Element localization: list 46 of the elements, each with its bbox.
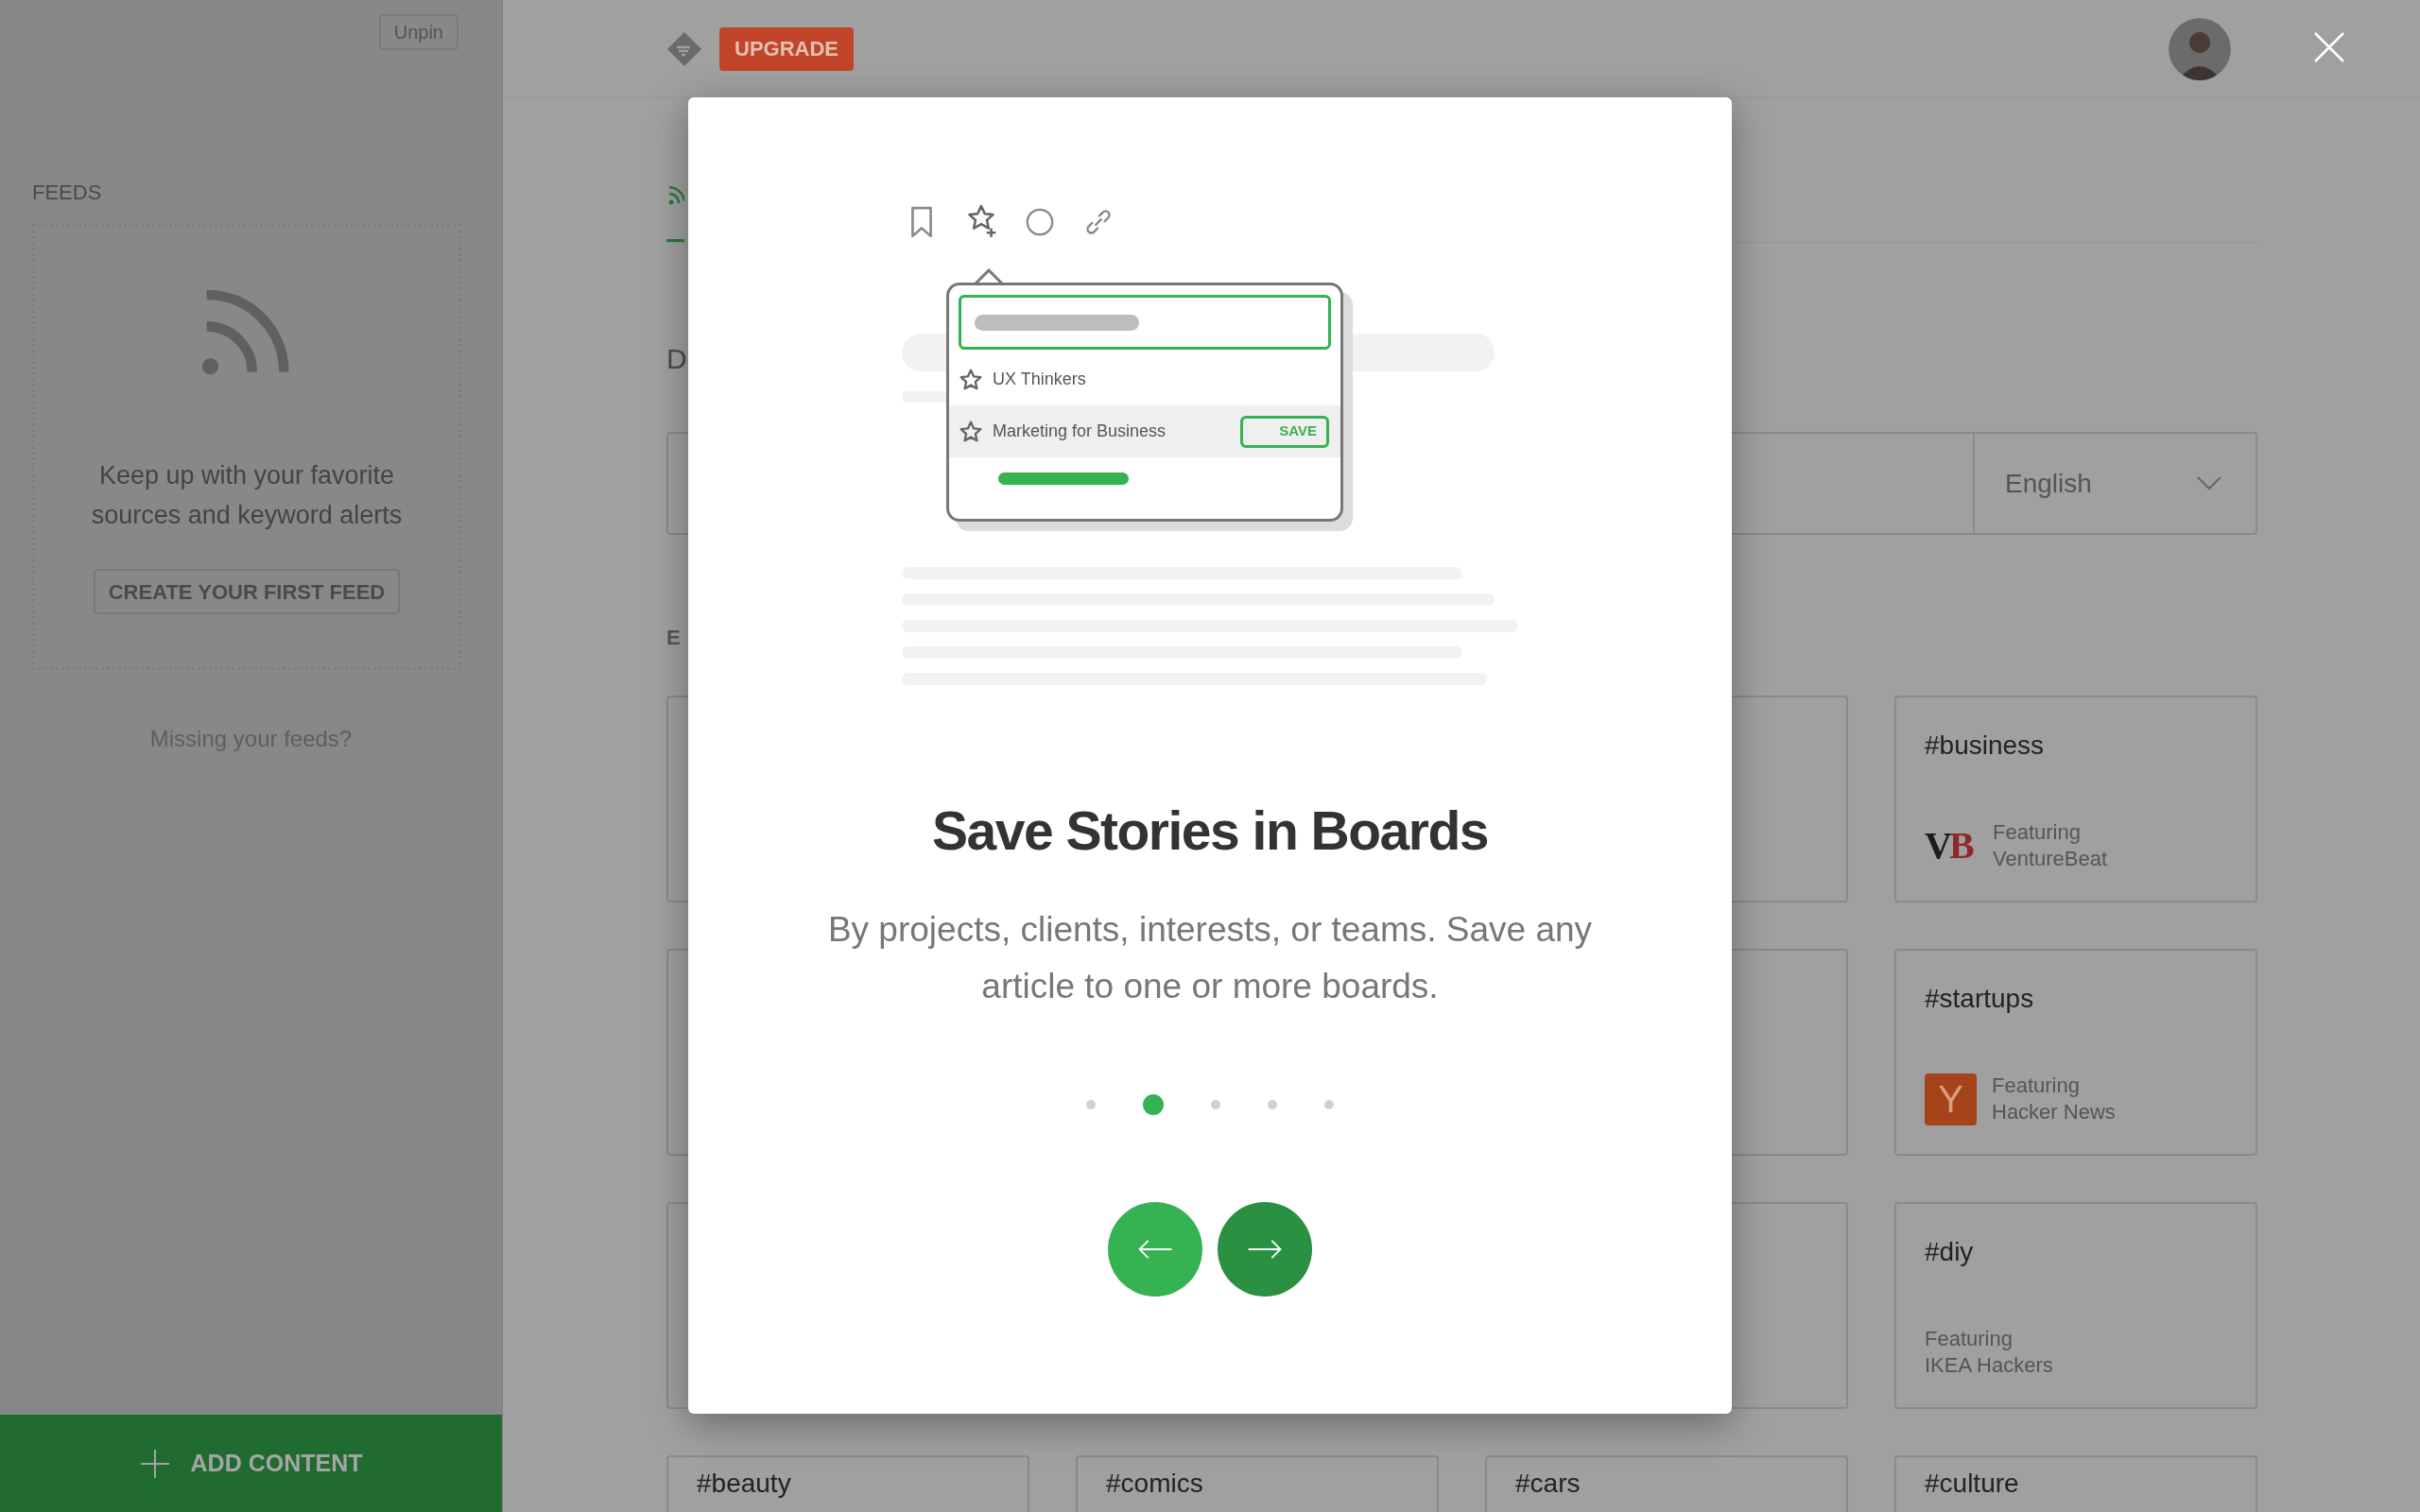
source-name: VentureBeat <box>1993 846 2108 872</box>
topic-card[interactable]: #culture <box>1894 1455 2257 1512</box>
plus-icon <box>139 1448 170 1479</box>
page-heading: D <box>666 345 684 373</box>
hacker-news-logo: Y <box>1925 1073 1977 1125</box>
dialog-title: Save Stories in Boards <box>932 804 1488 858</box>
logo-icon <box>666 29 703 68</box>
topic-card[interactable]: #business VB Featuring VentureBeat <box>1894 696 2257 902</box>
topic-card[interactable]: #beauty <box>666 1455 1029 1512</box>
topic-title: #cars <box>1515 1470 1582 1497</box>
source-name: Hacker News <box>1992 1099 2116 1125</box>
topic-title: #startups <box>1925 983 2035 1015</box>
chevron-down-icon <box>2197 476 2221 490</box>
featuring-label: Featuring <box>1993 819 2082 846</box>
topic-title: #beauty <box>697 1470 792 1497</box>
close-button[interactable] <box>2312 29 2346 64</box>
feed-tab[interactable] <box>666 185 684 242</box>
section-title: FEEDS <box>32 180 103 206</box>
star-icon <box>959 367 983 392</box>
arrow-left-icon <box>1137 1239 1173 1260</box>
topic-title: #comics <box>1106 1470 1204 1497</box>
featuring-label: Featuring <box>1925 1326 2014 1352</box>
empty-state-message: Keep up with your favorite sources and keyword alerts <box>91 460 403 531</box>
circle-icon <box>1025 207 1055 237</box>
topic-title: #business <box>1925 730 2046 762</box>
topic-title: #diy <box>1925 1236 1975 1268</box>
featuring-label: Featuring <box>1992 1073 2081 1099</box>
link-icon <box>1083 207 1114 237</box>
section-label: E <box>666 627 682 648</box>
board-name: Marketing for Business <box>993 421 1167 442</box>
bookmark-icon <box>909 206 934 238</box>
topic-card[interactable]: #diy Featuring IKEA Hackers <box>1894 1202 2257 1409</box>
save-button: SAVE <box>1240 415 1329 448</box>
star-icon <box>959 419 983 444</box>
upgrade-button[interactable]: UPGRADE <box>719 26 854 71</box>
source-name: IKEA Hackers <box>1925 1352 2053 1379</box>
board-name: UX Thinkers <box>993 369 1086 390</box>
avatar[interactable] <box>2169 17 2231 80</box>
venturebeat-logo: VB <box>1925 827 1974 865</box>
arrow-right-icon <box>1247 1239 1283 1260</box>
dialog-description: By projects, clients, interests, or teams. Save any article to one or more boards. <box>826 909 1594 1007</box>
topic-card[interactable]: #comics <box>1076 1455 1439 1512</box>
topic-card[interactable]: #startups Y Featuring Hacker News <box>1894 949 2257 1156</box>
board-row[interactable]: Marketing for Business SAVE <box>949 405 1340 457</box>
topic-card[interactable]: #cars <box>1485 1455 1848 1512</box>
topic-title: #culture <box>1925 1470 2020 1497</box>
